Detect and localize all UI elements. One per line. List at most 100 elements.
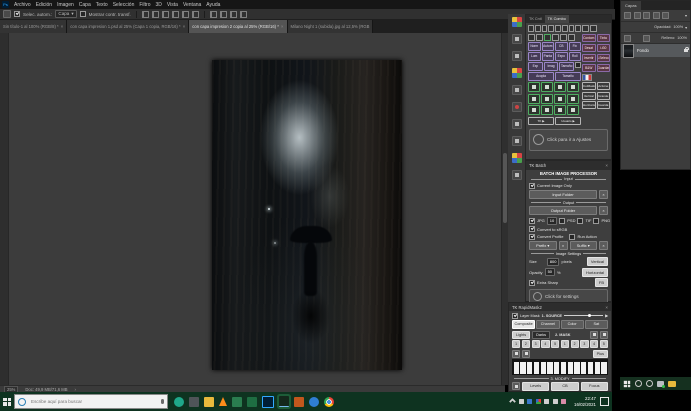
mask-menu-icon[interactable] [590, 331, 598, 339]
prefix-dropdown[interactable]: Prefix ▾ [529, 241, 557, 250]
taskbar-app-icon[interactable] [232, 397, 242, 407]
document-icon[interactable] [512, 136, 522, 146]
brush-icon[interactable] [528, 34, 535, 41]
tk-panel-icon[interactable] [512, 68, 522, 78]
combo-button[interactable]: Exp [528, 62, 543, 71]
autoselect-target-dropdown[interactable]: Capa ▾ [55, 10, 76, 18]
history-panel-icon[interactable] [512, 102, 522, 112]
convert-srgb-checkbox[interactable] [529, 226, 535, 232]
combo-button[interactable]: Lum [528, 52, 541, 61]
filter-effect-icon[interactable] [634, 12, 641, 19]
filter-toggle-icon[interactable]: ▾ [685, 13, 687, 18]
action-icon-button[interactable] [567, 94, 579, 104]
filter-attribute-icon[interactable] [653, 12, 660, 19]
convert-profile-checkbox[interactable] [529, 234, 535, 240]
source-slider[interactable] [564, 315, 603, 316]
distribute-icon-3[interactable] [230, 11, 237, 18]
brush-icon[interactable] [552, 34, 559, 41]
tool-icon[interactable] [512, 51, 522, 61]
lock-transparent-icon[interactable] [624, 35, 631, 42]
combo-button[interactable]: Imag [544, 62, 559, 71]
move-tool-icon[interactable] [3, 10, 11, 18]
mask-level-button[interactable]: 3 [532, 340, 540, 348]
fill-value[interactable]: 100% [677, 36, 687, 40]
scrollbar-thumb[interactable] [503, 153, 507, 223]
tk-menu-button[interactable]: TK ▶ [528, 117, 554, 125]
menu-filtro[interactable]: Filtro [139, 2, 150, 8]
menu-seleccion[interactable]: Selección [113, 2, 135, 8]
mask-level-button[interactable]: 5 [551, 340, 559, 348]
brush-icon[interactable] [560, 34, 567, 41]
transform-controls-checkbox[interactable] [80, 11, 86, 17]
clear-prefix-button[interactable]: × [559, 241, 568, 250]
darks-button[interactable]: Darks [532, 331, 550, 339]
tk-panel-icon[interactable] [512, 153, 522, 163]
mask-level-button[interactable]: 1 [561, 340, 569, 348]
menu-ventana[interactable]: Ventana [183, 2, 201, 8]
taskbar-app-icon[interactable] [646, 380, 653, 387]
document-tab-2[interactable]: con capa impresion 1.psd al 25% (Capa 1 … [67, 20, 189, 33]
combo-button[interactable]: Invertir [582, 54, 596, 63]
action-icon-button[interactable] [567, 105, 579, 115]
zoom-out-icon[interactable] [522, 350, 530, 358]
combo-button[interactable]: i-Selecc [597, 54, 611, 63]
distribute-icon-2[interactable] [220, 11, 227, 18]
percent-icon[interactable] [555, 25, 561, 32]
jpg-checkbox[interactable] [529, 218, 535, 224]
tab-color[interactable]: Color [561, 320, 584, 329]
mask-level-button[interactable]: 4 [541, 340, 549, 348]
taskbar-app-icon[interactable] [247, 397, 257, 407]
layer-mask-checkbox[interactable] [512, 313, 518, 319]
fb-button[interactable]: FB [595, 278, 608, 287]
taskbar-app-icon[interactable] [174, 397, 184, 407]
action-icon-button[interactable] [541, 105, 553, 115]
combo-checkbox[interactable] [575, 62, 581, 68]
close-icon[interactable]: × [183, 24, 186, 29]
file-explorer-icon[interactable] [668, 381, 676, 387]
align-center-icon[interactable] [152, 11, 159, 18]
filter-kind-icon[interactable] [624, 12, 631, 19]
run-action-checkbox[interactable] [569, 234, 575, 240]
action-icon-button[interactable] [554, 105, 566, 115]
tab-capas[interactable]: Capas [621, 1, 641, 10]
action-icon-button[interactable] [554, 94, 566, 104]
tk-panel-icon[interactable] [512, 17, 522, 27]
vertical-button[interactable]: Vertical [587, 257, 608, 266]
filter-color-icon[interactable] [662, 12, 669, 19]
distribute-icon-4[interactable] [240, 11, 247, 18]
combo-button[interactable]: Guardar [597, 64, 611, 73]
tool-icon[interactable] [512, 34, 522, 44]
side-button[interactable]: ActLine [597, 82, 611, 90]
invert-icon[interactable] [512, 382, 520, 390]
taskbar-clock[interactable]: 22:47 16/02/2021 [574, 396, 596, 407]
vlc-icon[interactable] [219, 397, 227, 406]
close-icon[interactable]: × [281, 24, 284, 29]
suffix-dropdown[interactable]: Suffix ▾ [570, 241, 598, 250]
side-button[interactable]: Grande [597, 92, 611, 100]
new-doc-icon[interactable] [548, 25, 554, 32]
menu-edicion[interactable]: Edición [36, 2, 52, 8]
side-button[interactable]: Vertical [582, 92, 596, 100]
align-top-icon[interactable] [172, 11, 179, 18]
current-image-only-checkbox[interactable] [529, 183, 535, 189]
tab-sat[interactable]: Sat [585, 320, 608, 329]
microphone-icon[interactable] [161, 399, 164, 404]
go-to-settings-button[interactable]: Click para ir a Ajustes [529, 129, 608, 151]
combo-button[interactable]: Autom [542, 42, 555, 51]
combo-button[interactable]: CB [555, 42, 568, 51]
menu-imagen[interactable]: Imagen [57, 2, 74, 8]
horizontal-button[interactable]: Horizontal [582, 268, 608, 277]
brush-icon[interactable] [568, 34, 575, 41]
file-explorer-icon[interactable] [204, 397, 214, 407]
mail-app-icon[interactable] [657, 381, 664, 387]
combo-button[interactable]: Tinta [597, 34, 611, 43]
document-tab-3-active[interactable]: con capa impresion 2 copia al 25% (RGB/1… [189, 20, 287, 33]
grid-icon[interactable] [575, 25, 581, 32]
png-checkbox[interactable] [593, 218, 599, 224]
tab-tk-combo[interactable]: TK Combo [545, 15, 569, 23]
document-icon[interactable] [512, 119, 522, 129]
tray-expand-icon[interactable] [509, 398, 516, 405]
zoom-in-icon[interactable] [512, 350, 520, 358]
combo-button[interactable]: Fix [569, 42, 582, 51]
menu-ayuda[interactable]: Ayuda [206, 2, 220, 8]
